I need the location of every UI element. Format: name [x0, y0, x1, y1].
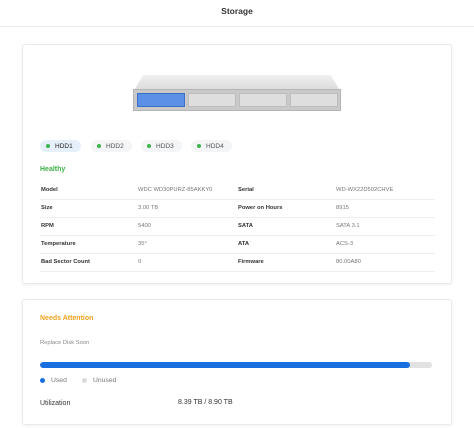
- nas-chassis-top: [135, 75, 339, 89]
- utilization-bar: [40, 362, 432, 368]
- detail-value: 5400: [138, 223, 151, 229]
- storage-utilization-card: Needs Attention Replace Disk Soon Used U…: [22, 299, 452, 425]
- top-bar: Storage: [0, 0, 474, 27]
- table-row: Temperature 35° ATA ACS-3: [40, 236, 435, 254]
- detail-label: Size: [41, 205, 53, 211]
- drive-bay-1[interactable]: [137, 93, 185, 107]
- detail-value: 3.00 TB: [138, 205, 159, 211]
- tab-hdd3[interactable]: HDD3: [141, 140, 182, 152]
- detail-label: Power on Hours: [238, 205, 283, 211]
- legend-used-label: Used: [51, 377, 67, 384]
- page-title: Storage: [221, 6, 253, 16]
- detail-label: SATA: [238, 223, 253, 229]
- tab-hdd4[interactable]: HDD4: [191, 140, 232, 152]
- table-row: Size 3.00 TB Power on Hours 8915: [40, 200, 435, 218]
- detail-value: WDC WD30PURZ-85AKKY0: [138, 187, 213, 193]
- detail-value: SATA 3.1: [336, 223, 360, 229]
- nas-chassis-illustration: [133, 75, 341, 111]
- healthy-status-dot: [97, 144, 101, 148]
- detail-value: 0: [138, 259, 142, 265]
- table-row: Bad Sector Count 0 Firmware 80.00A80: [40, 254, 435, 272]
- needs-attention-heading: Needs Attention: [40, 315, 94, 322]
- detail-label: Model: [41, 187, 58, 193]
- detail-value: 80.00A80: [336, 259, 361, 265]
- detail-label: Bad Sector Count: [41, 259, 90, 265]
- legend-unused-label: Unused: [93, 377, 117, 384]
- detail-value: 8915: [336, 205, 349, 211]
- table-row: Model WDC WD30PURZ-85AKKY0 Serial WD-WX2…: [40, 182, 435, 200]
- healthy-status-dot: [46, 144, 50, 148]
- replace-disk-message: Replace Disk Soon: [40, 340, 90, 346]
- detail-label: RPM: [41, 223, 54, 229]
- legend-unused: Unused: [82, 377, 116, 384]
- drive-bay-4[interactable]: [290, 93, 338, 107]
- utilization-value: 8.39 TB / 8.90 TB: [178, 399, 233, 406]
- tab-label: HDD1: [55, 142, 73, 150]
- legend-used: Used: [40, 377, 67, 384]
- detail-value: WD-WX22D502CHVE: [336, 187, 394, 193]
- detail-value: ACS-3: [336, 241, 354, 247]
- utilization-bar-fill: [40, 362, 410, 368]
- disk-details-table: Model WDC WD30PURZ-85AKKY0 Serial WD-WX2…: [40, 182, 435, 272]
- tab-hdd1[interactable]: HDD1: [40, 140, 81, 152]
- nas-chassis-front: [133, 89, 341, 111]
- tab-label: HDD2: [106, 142, 124, 150]
- disk-info-card: HDD1 HDD2 HDD3 HDD4 Healthy Model WDC WD…: [22, 44, 452, 284]
- unused-legend-dot: [82, 378, 87, 383]
- detail-value: 35°: [138, 241, 147, 247]
- drive-bay-2[interactable]: [188, 93, 236, 107]
- tab-hdd2[interactable]: HDD2: [91, 140, 132, 152]
- tab-label: HDD3: [156, 142, 174, 150]
- utilization-label: Utilization: [40, 400, 71, 407]
- healthy-status-dot: [197, 144, 201, 148]
- detail-label: Serial: [238, 187, 254, 193]
- healthy-status-dot: [147, 144, 151, 148]
- table-row: RPM 5400 SATA SATA 3.1: [40, 218, 435, 236]
- detail-label: Temperature: [41, 241, 76, 247]
- drive-bay-3[interactable]: [239, 93, 287, 107]
- detail-label: ATA: [238, 241, 250, 247]
- disk-health-status: Healthy: [40, 166, 66, 173]
- used-legend-dot: [40, 378, 45, 383]
- tab-label: HDD4: [206, 142, 224, 150]
- detail-label: Firmware: [238, 259, 264, 265]
